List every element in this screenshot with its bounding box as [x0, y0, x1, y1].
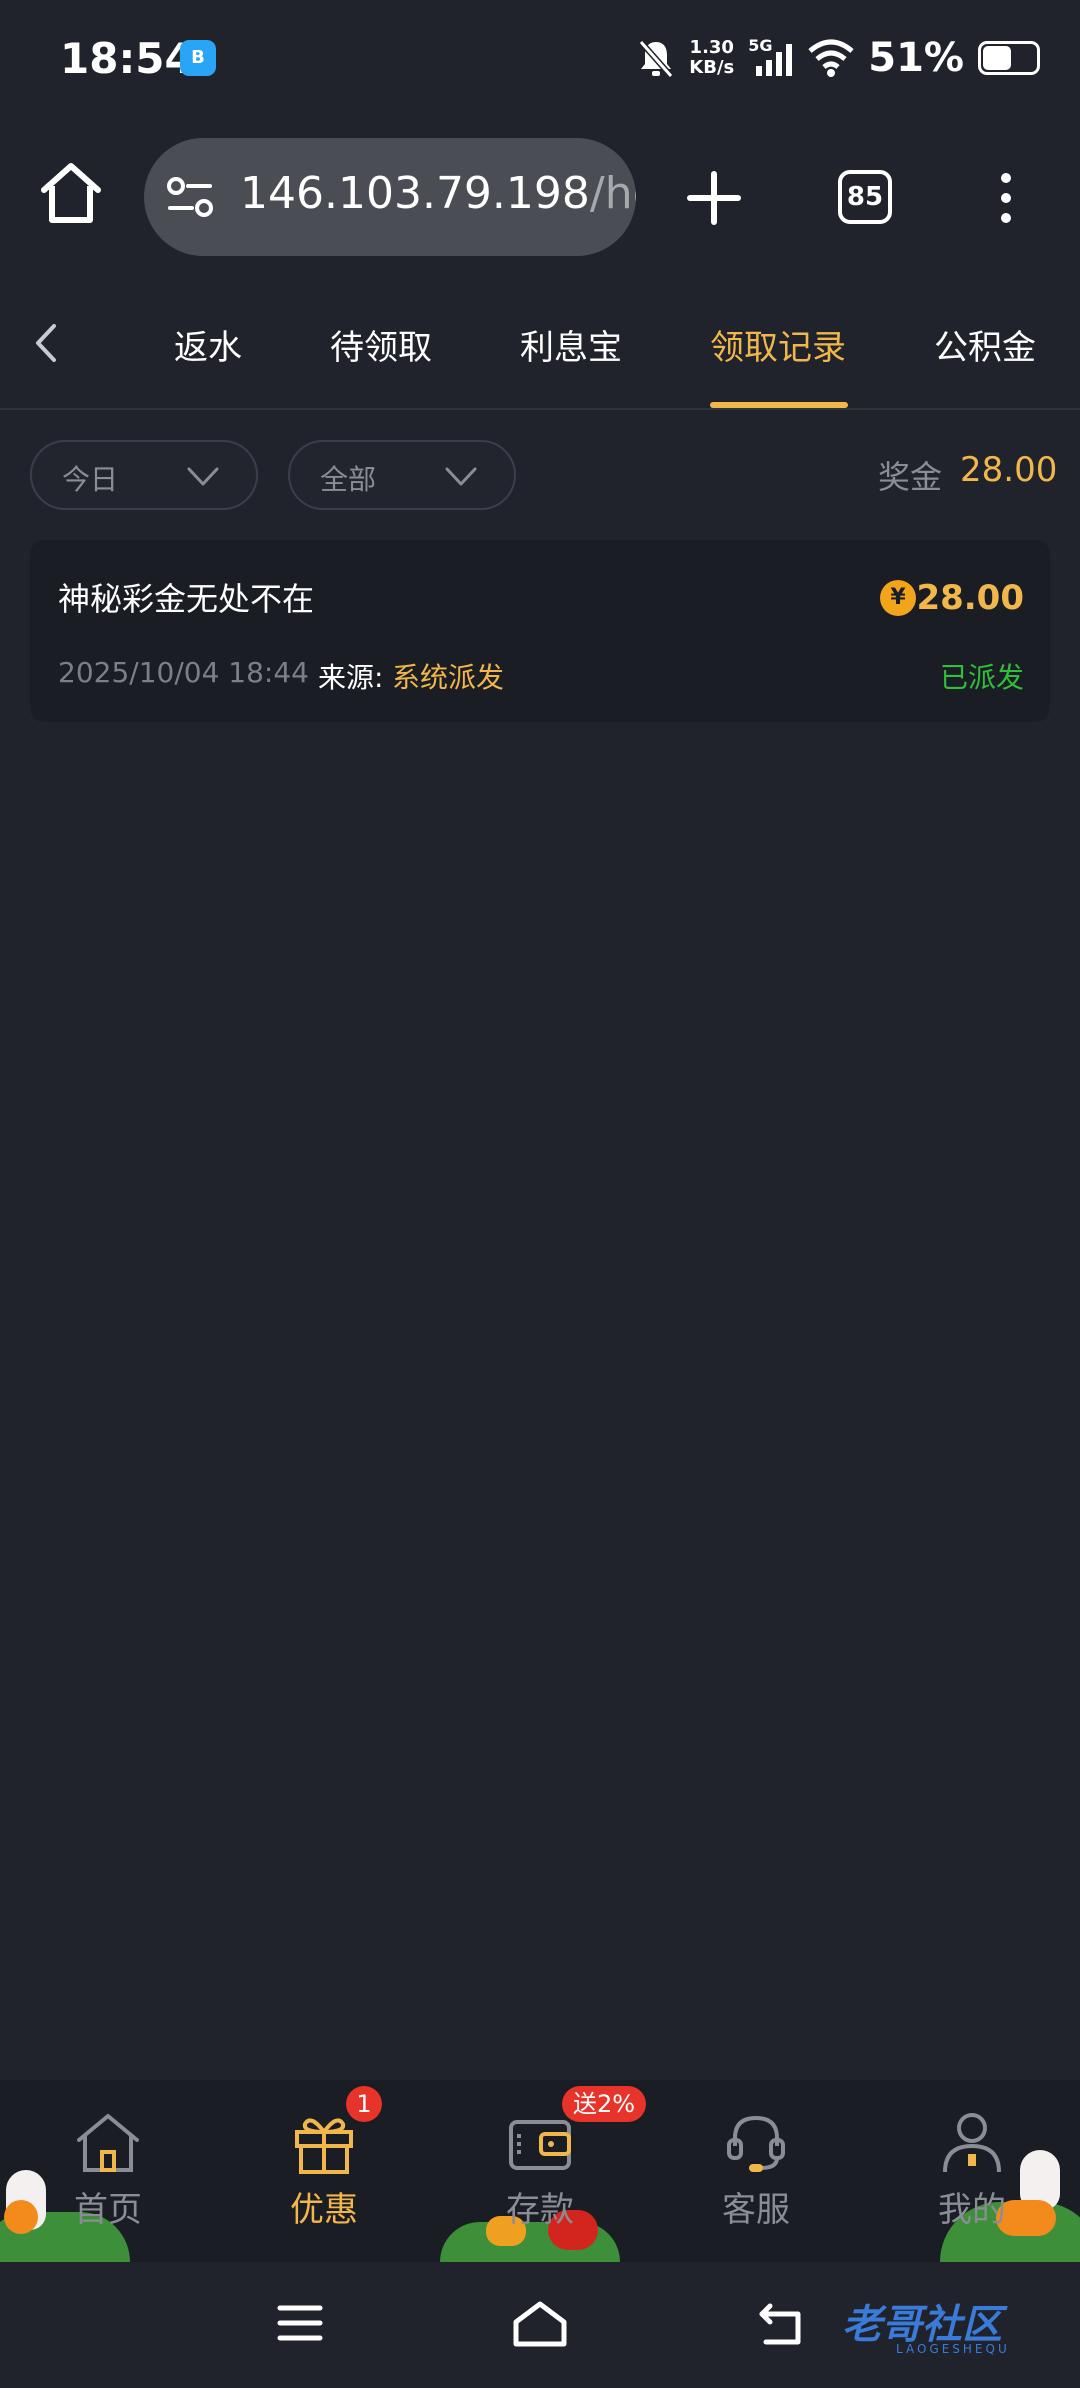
record-source-label: 来源:: [318, 661, 384, 694]
active-tab-indicator: [710, 402, 848, 408]
system-nav-bar: 老哥社区 LAOGESHEQU: [0, 2262, 1080, 2388]
url-text[interactable]: 146.103.79.198/ho: [240, 168, 636, 219]
record-status-badge: 已派发: [939, 661, 1024, 694]
recent-apps-icon[interactable]: [276, 2302, 324, 2344]
app-notification-icon: B: [180, 40, 216, 76]
new-tab-icon[interactable]: [684, 168, 744, 228]
wallet-icon: [509, 2120, 571, 2170]
nav-support-label: 客服: [722, 2190, 790, 2230]
nav-promotions-label: 优惠: [290, 2190, 358, 2230]
watermark-subtext: LAOGESHEQU: [896, 2342, 1010, 2356]
status-icons: 1.30 KB/s 5G 51%: [637, 30, 1040, 86]
network-speed: 1.30 KB/s: [689, 38, 734, 78]
nav-profile-label: 我的: [938, 2190, 1006, 2230]
nav-promotions[interactable]: 优惠 1: [234, 2080, 414, 2262]
date-filter-value: 今日: [62, 463, 119, 496]
tab-provident-fund[interactable]: 公积金: [934, 320, 1036, 369]
nav-support[interactable]: 客服: [666, 2080, 846, 2262]
network-speed-unit: KB/s: [689, 57, 735, 78]
record-datetime: 2025/10/04 18:44: [58, 656, 309, 689]
wifi-icon: [808, 39, 854, 77]
type-filter-dropdown[interactable]: 全部: [288, 440, 516, 510]
url-host: 146.103.79.198: [240, 168, 590, 219]
tab-rebate[interactable]: 返水: [174, 320, 242, 369]
home-icon: [77, 2114, 139, 2172]
deposit-bonus-badge: 送2%: [562, 2086, 646, 2122]
record-amount: 28.00: [916, 578, 1024, 618]
bonus-total-label: 奖金: [878, 458, 943, 496]
system-home-icon[interactable]: [512, 2300, 568, 2348]
bell-muted-icon: [639, 40, 674, 78]
headset-icon: [727, 2115, 785, 2172]
tab-switcher-button[interactable]: 85: [838, 170, 892, 224]
claim-record-card[interactable]: 神秘彩金无处不在 ¥ 28.00 2025/10/04 18:44 来源: 系统…: [30, 540, 1050, 722]
nav-home-label: 首页: [74, 2190, 142, 2230]
record-title: 神秘彩金无处不在: [58, 580, 315, 618]
site-settings-icon[interactable]: [166, 174, 214, 220]
date-filter-dropdown[interactable]: 今日: [30, 440, 258, 510]
bonus-total-value: 28.00: [960, 450, 1058, 490]
nav-home[interactable]: 首页: [18, 2080, 198, 2262]
address-bar[interactable]: 146.103.79.198/ho: [144, 138, 636, 256]
tab-interest[interactable]: 利息宝: [520, 320, 622, 369]
network-speed-value: 1.30: [689, 37, 734, 58]
status-bar: 18:54 B 1.30 KB/s 5G 51%: [0, 0, 1080, 120]
browser-home-icon[interactable]: [36, 158, 106, 228]
browser-toolbar: 146.103.79.198/ho 85: [0, 120, 1080, 280]
tab-pending[interactable]: 待领取: [330, 320, 432, 369]
status-time: 18:54: [60, 34, 194, 83]
nav-profile[interactable]: 我的: [882, 2080, 1062, 2262]
promo-tabs: 返水 待领取 利息宝 领取记录 公积金: [0, 280, 1080, 410]
back-arrow-icon[interactable]: [28, 318, 64, 368]
more-menu-icon[interactable]: [986, 170, 1026, 226]
bottom-nav: 首页 优惠 1 存款 送2% 客服 我的: [0, 2080, 1080, 2262]
type-filter-value: 全部: [320, 463, 377, 496]
yuan-coin-icon: ¥: [880, 580, 916, 616]
battery-percent: 51%: [868, 35, 964, 81]
nav-deposit[interactable]: 存款 送2%: [450, 2080, 646, 2262]
chevron-down-icon: [445, 467, 477, 486]
url-path: /ho: [589, 168, 636, 219]
signal-icon: [756, 44, 793, 76]
user-icon: [943, 2113, 1001, 2173]
system-back-icon[interactable]: [756, 2300, 806, 2348]
promotions-count-badge: 1: [346, 2086, 382, 2122]
record-source-value: 系统派发: [392, 661, 505, 694]
chevron-down-icon: [187, 467, 219, 486]
nav-deposit-label: 存款: [506, 2190, 574, 2230]
cell-signal: 5G: [748, 38, 794, 78]
tab-claim-records[interactable]: 领取记录: [710, 320, 846, 369]
battery-icon: [978, 41, 1040, 75]
gift-icon: [295, 2118, 353, 2174]
